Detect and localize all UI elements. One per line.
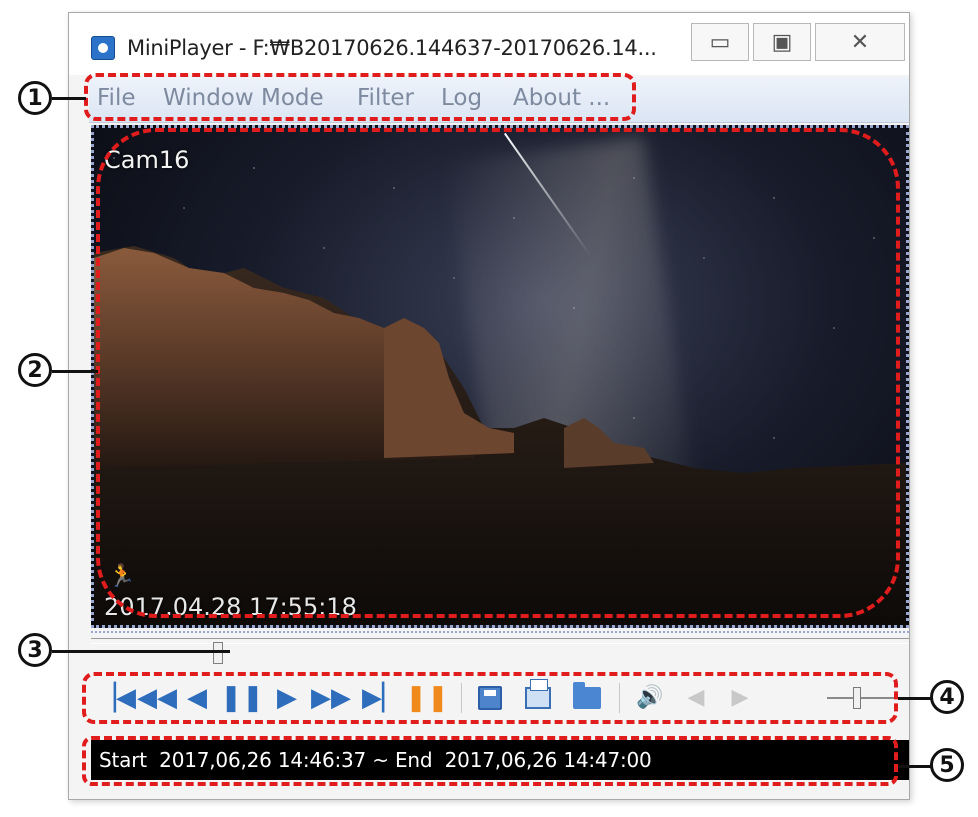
- maximize-button[interactable]: ▣: [753, 23, 811, 61]
- callout-number-5: 5: [930, 748, 964, 782]
- title-bar[interactable]: MiniPlayer - F:₩B20170626.144637-2017062…: [69, 13, 909, 75]
- callout-number-2: 2: [18, 353, 52, 387]
- callout-number-3: 3: [18, 633, 52, 667]
- minimize-button[interactable]: ▭: [691, 23, 749, 61]
- seek-thumb[interactable]: [213, 642, 223, 664]
- callout-region-2: [96, 128, 900, 618]
- callout-leader-3: [52, 650, 230, 653]
- callout-leader-2: [52, 370, 98, 373]
- window-title: MiniPlayer - F:₩B20170626.144637-2017062…: [127, 36, 657, 60]
- callout-leader-4: [898, 697, 932, 700]
- callout-number-1: 1: [18, 81, 52, 115]
- app-icon: [91, 36, 115, 60]
- callout-region-4: [82, 672, 898, 724]
- close-button[interactable]: ✕: [815, 23, 905, 61]
- callout-region-1: [84, 73, 636, 121]
- callout-region-5: [82, 736, 898, 786]
- callout-leader-5: [898, 765, 932, 768]
- callout-leader-1: [52, 97, 86, 100]
- callout-number-4: 4: [930, 680, 964, 714]
